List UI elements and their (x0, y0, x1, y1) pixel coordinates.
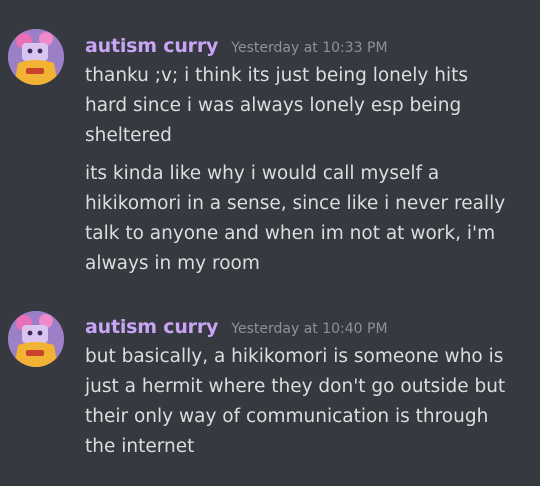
message-line: the internet (85, 436, 195, 457)
message-body: but basically, a hikikomori is someone w… (85, 342, 530, 462)
timestamp[interactable]: Yesterday at 10:40 PM (231, 321, 387, 337)
username[interactable]: autism curry (85, 316, 218, 338)
chat-messages: autism curry Yesterday at 10:33 PM thank… (0, 0, 540, 486)
message-line: just a hermit where they don't go outsid… (85, 376, 506, 397)
message-paragraph: but basically, a hikikomori is someone w… (85, 342, 530, 462)
message-line: their only way of communication is throu… (85, 406, 489, 427)
message-line: but basically, a hikikomori is someone w… (85, 346, 504, 367)
user-avatar-icon[interactable] (8, 311, 64, 367)
message-header: autism curry Yesterday at 10:40 PM (85, 316, 388, 340)
message-group: autism curry Yesterday at 10:40 PM but b… (0, 0, 540, 486)
